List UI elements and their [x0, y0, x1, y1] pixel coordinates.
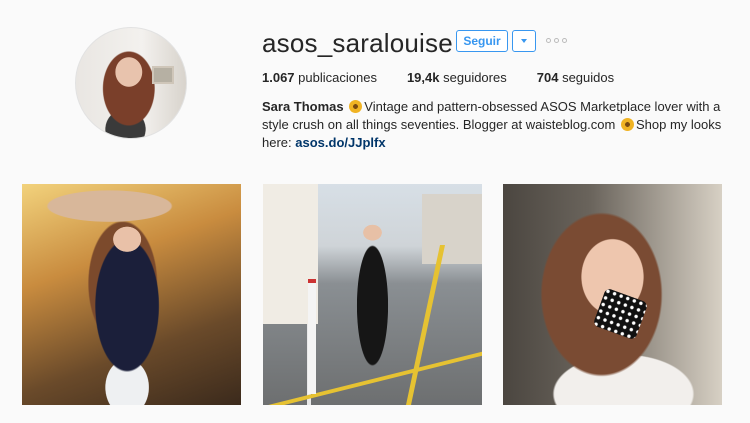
post-thumbnail[interactable] — [263, 184, 482, 405]
building-shape — [422, 194, 482, 264]
more-dot-icon — [554, 38, 559, 43]
profile-bio: Sara Thomas Vintage and pattern-obsessed… — [262, 98, 722, 152]
bio-name: Sara Thomas — [262, 99, 344, 114]
follow-button[interactable]: Seguir — [456, 30, 508, 52]
post-thumbnail[interactable] — [22, 184, 241, 405]
post-thumbnail[interactable] — [503, 184, 722, 405]
more-options-button[interactable] — [546, 38, 567, 43]
bollard — [308, 279, 316, 394]
chevron-down-icon — [521, 39, 527, 43]
avatar-background-frame — [152, 66, 174, 84]
road-line — [263, 351, 482, 405]
profile-username: asos_saralouise — [262, 28, 453, 58]
bio-link[interactable]: asos.do/JJplfx — [295, 135, 385, 150]
following-count: 704 — [536, 70, 559, 85]
followers-label: seguidores — [443, 70, 507, 85]
polka-dot-scarf — [592, 287, 649, 341]
more-dot-icon — [562, 38, 567, 43]
following-stat[interactable]: 704 seguidos — [537, 70, 614, 85]
sunflower-emoji-icon — [349, 100, 363, 113]
posts-stat: 1.067 publicaciones — [262, 70, 377, 85]
followers-count: 19,4k — [406, 70, 440, 85]
following-label: seguidos — [562, 70, 615, 85]
posts-label: publicaciones — [298, 70, 377, 85]
follow-dropdown-button[interactable] — [512, 30, 536, 52]
sunflower-emoji-icon — [620, 118, 634, 131]
road-line — [405, 245, 446, 405]
more-dot-icon — [546, 38, 551, 43]
posts-count: 1.067 — [262, 70, 295, 85]
profile-avatar[interactable] — [75, 27, 187, 139]
profile-stats: 1.067 publicaciones 19,4k seguidores 704… — [262, 70, 644, 85]
followers-stat[interactable]: 19,4k seguidores — [407, 70, 507, 85]
